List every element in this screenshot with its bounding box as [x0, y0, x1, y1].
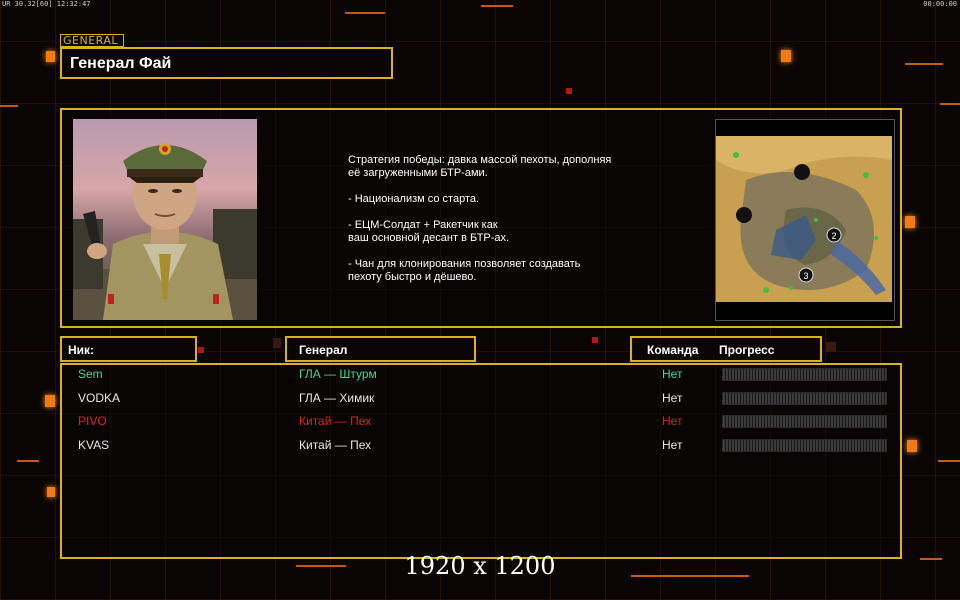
player-row[interactable]: PIVO Китай — Пех Нет	[62, 412, 902, 432]
players-panel: Sem ГЛА — Штурм Нет VODKA ГЛА — Химик Не…	[60, 363, 902, 559]
deco-square	[781, 50, 791, 62]
resolution-label: 1920 x 1200	[404, 552, 556, 580]
column-header-general-label: Генерал	[299, 343, 348, 357]
column-header-nick-label: Ник:	[68, 343, 95, 357]
deco-square-red	[826, 342, 836, 352]
player-general: ГЛА — Штурм	[299, 367, 377, 381]
player-team: Нет	[662, 438, 683, 452]
general-info-panel: Стратегия победы: давка массой пехоты, д…	[60, 108, 902, 328]
general-title: Генерал Фай	[70, 55, 172, 72]
player-general: Китай — Пех	[299, 438, 372, 452]
player-team: Нет	[662, 391, 683, 405]
deco-line	[0, 105, 18, 107]
minimap-marker-3: 3	[803, 271, 808, 281]
general-portrait	[73, 119, 257, 320]
player-progress-bar	[722, 439, 887, 452]
player-nick: VODKA	[78, 391, 121, 405]
deco-square	[907, 440, 917, 452]
deco-line	[481, 5, 513, 7]
deco-square-red	[566, 88, 572, 94]
general-tag: GENERAL	[60, 34, 124, 47]
deco-line	[345, 12, 385, 14]
column-header-team-label: Команда	[647, 343, 699, 357]
column-header-general: Генерал	[285, 336, 476, 362]
deco-line	[938, 460, 960, 462]
player-nick: KVAS	[78, 438, 110, 452]
player-row[interactable]: VODKA ГЛА — Химик Нет	[62, 389, 902, 409]
deco-square	[45, 395, 55, 407]
player-progress-bar	[722, 415, 887, 428]
player-team: Нет	[662, 414, 683, 428]
player-row[interactable]: Sem ГЛА — Штурм Нет	[62, 365, 902, 385]
minimap[interactable]: 2 3	[715, 119, 895, 321]
column-header-nick: Ник:	[60, 336, 197, 362]
player-general: ГЛА — Химик	[299, 391, 375, 405]
deco-line	[17, 460, 39, 462]
deco-line	[940, 103, 960, 105]
title-box: Генерал Фай	[60, 47, 393, 79]
clock-readout: 00:00:00	[923, 0, 957, 8]
deco-line	[905, 63, 943, 65]
player-progress-bar	[722, 368, 887, 381]
player-team: Нет	[662, 367, 683, 381]
deco-square-red	[273, 338, 281, 348]
deco-square	[46, 51, 55, 62]
player-progress-bar	[722, 392, 887, 405]
fps-readout: UR 30.32[60] 12:32:47	[2, 0, 91, 8]
column-header-team-progress: Команда Прогресс	[630, 336, 822, 362]
minimap-marker-2: 2	[831, 231, 836, 241]
deco-square	[905, 216, 915, 228]
deco-square-red	[198, 347, 204, 353]
player-nick: Sem	[78, 367, 103, 381]
player-general: Китай — Пех	[299, 414, 372, 428]
player-nick: PIVO	[78, 414, 107, 428]
column-header-progress-label: Прогресс	[719, 343, 775, 357]
strategy-description: Стратегия победы: давка массой пехоты, д…	[348, 154, 612, 283]
player-row[interactable]: KVAS Китай — Пех Нет	[62, 436, 902, 456]
deco-square	[47, 487, 55, 497]
deco-square-red	[592, 337, 598, 343]
